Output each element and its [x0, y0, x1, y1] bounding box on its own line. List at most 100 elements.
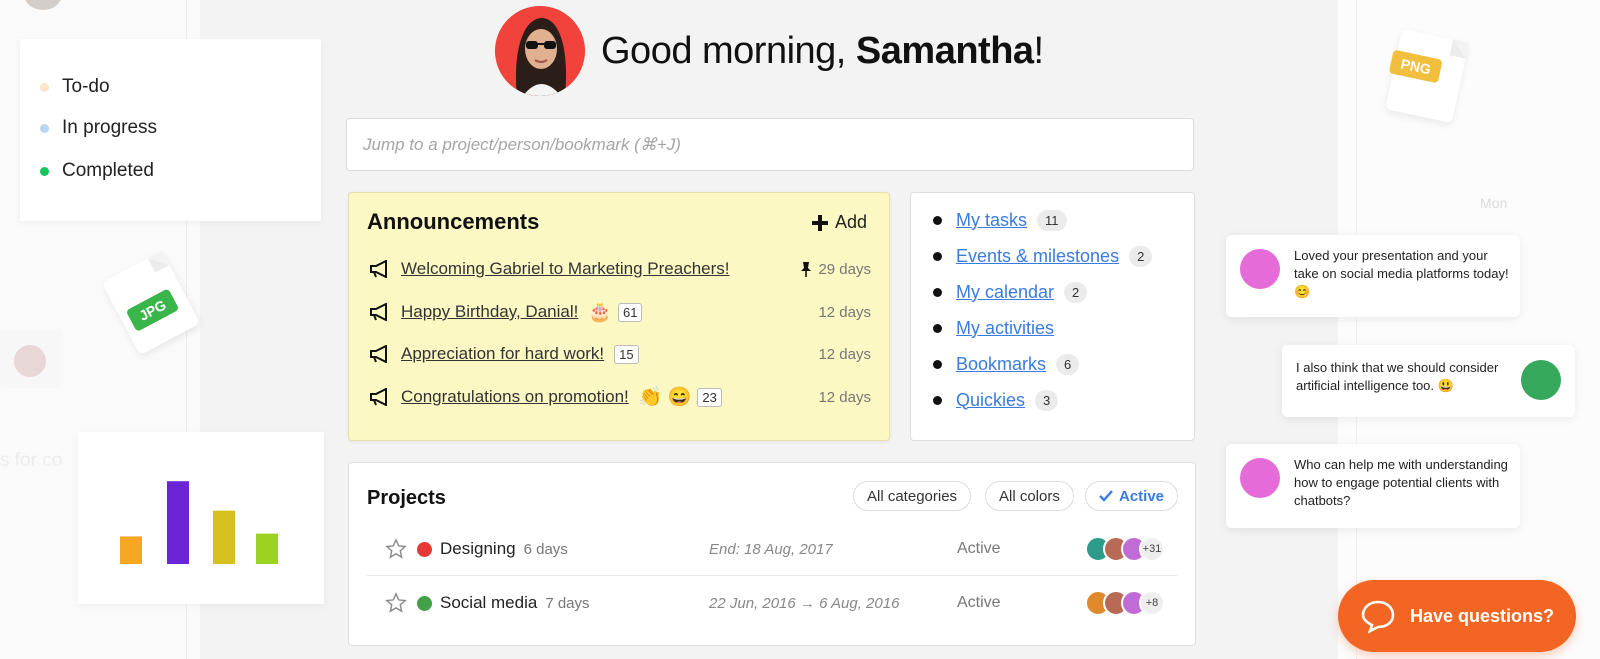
quick-link-label[interactable]: My activities: [956, 318, 1054, 339]
todo-dot-icon: [40, 83, 49, 92]
project-color-dot: [417, 541, 432, 557]
chat-message-text: Who can help me with understanding how t…: [1294, 457, 1508, 508]
project-members[interactable]: +8: [1085, 590, 1165, 616]
chat-message: Loved your presentation and your take on…: [1226, 235, 1520, 317]
chart-bar: [256, 533, 278, 564]
count-badge: 2: [1129, 245, 1153, 267]
quick-link-label[interactable]: My calendar: [956, 282, 1054, 303]
jpg-badge: JPG: [125, 288, 180, 332]
faded-avatar: [14, 345, 46, 377]
project-row[interactable]: Designing 6 days End: 18 Aug, 2017 Activ…: [367, 523, 1177, 576]
bullet-icon: [933, 359, 942, 369]
announcement-item[interactable]: Appreciation for hard work! 15 12 days: [369, 339, 871, 369]
project-name[interactable]: Designing: [440, 539, 516, 559]
days-label: 29 days: [818, 260, 871, 278]
completed-dot-icon: [40, 167, 49, 176]
greeting-header: Good morning, Samantha!: [495, 5, 1044, 97]
greeting-suffix: !: [1033, 29, 1045, 72]
legend-label: In progress: [62, 117, 158, 138]
megaphone-icon: [370, 260, 387, 278]
pin-icon: [801, 262, 812, 277]
project-dates: 22 Jun, 2016 → 6 Aug, 2016: [709, 594, 900, 612]
sender-avatar: [1240, 458, 1280, 498]
days-label: 12 days: [818, 303, 871, 321]
projects-card: Projects All categories All colors Activ…: [348, 462, 1196, 646]
bullet-icon: [933, 395, 942, 405]
right-divider: [1356, 0, 1357, 659]
legend-item-completed: Completed: [40, 160, 154, 182]
quick-link-my-tasks[interactable]: My tasks 11: [933, 207, 1067, 233]
announcements-card: Announcements Add Welcoming Gabriel to M…: [348, 192, 890, 441]
quick-link-label[interactable]: Bookmarks: [956, 354, 1046, 375]
quick-link-label[interactable]: My tasks: [956, 210, 1027, 231]
project-color-dot: [417, 595, 432, 611]
chat-message: I also think that we should consider art…: [1282, 345, 1575, 417]
bullet-icon: [933, 287, 942, 297]
project-status: Active: [957, 540, 1001, 557]
reaction-count[interactable]: 61: [618, 302, 643, 322]
quick-link-label[interactable]: Events & milestones: [956, 246, 1119, 267]
quick-link-label[interactable]: Quickies: [956, 390, 1025, 411]
announcement-item[interactable]: Congratulations on promotion! 👏 😄 23 12 …: [369, 382, 871, 412]
legend-item-todo: To-do: [40, 76, 110, 98]
announcement-age: 29 days: [800, 261, 871, 278]
all-colors-filter[interactable]: All colors: [985, 481, 1074, 511]
megaphone-icon: [370, 303, 387, 321]
announcement-item[interactable]: Happy Birthday, Danial! 🎂 61 12 days: [369, 297, 871, 327]
project-members[interactable]: +31: [1085, 536, 1165, 562]
count-badge: 2: [1064, 281, 1088, 303]
announcement-link[interactable]: Congratulations on promotion!: [401, 387, 629, 407]
chat-bubble-icon: [1361, 600, 1395, 634]
megaphone-icon: [370, 345, 387, 363]
quick-link-calendar[interactable]: My calendar 2: [933, 279, 1088, 305]
announcement-link[interactable]: Happy Birthday, Danial!: [401, 302, 578, 322]
bullet-icon: [933, 251, 942, 261]
quick-links-card: My tasks 11 Events & milestones 2 My cal…: [910, 192, 1195, 441]
add-label: Add: [834, 212, 867, 232]
jump-search-input[interactable]: [346, 118, 1194, 171]
chart-bar: [167, 481, 189, 564]
user-avatar: [495, 6, 585, 96]
count-badge: 11: [1037, 209, 1067, 231]
birthday-cake-emoji: 🎂: [588, 302, 613, 323]
announcement-item[interactable]: Welcoming Gabriel to Marketing Preachers…: [369, 254, 871, 284]
reaction-count[interactable]: 23: [697, 387, 722, 407]
clapping-smile-emoji: 👏 😄: [638, 387, 692, 408]
chat-message: Who can help me with understanding how t…: [1226, 444, 1520, 528]
star-icon[interactable]: [385, 538, 407, 560]
announcement-age: 12 days: [818, 304, 871, 321]
faded-calendar-day: Mon: [1480, 195, 1508, 211]
legend-label: Completed: [62, 160, 154, 181]
greeting-prefix: Good morning,: [601, 29, 856, 72]
count-badge: 3: [1035, 389, 1059, 411]
project-dates: End: 18 Aug, 2017: [709, 540, 833, 558]
legend-label: To-do: [62, 76, 110, 97]
announcement-link[interactable]: Appreciation for hard work!: [401, 344, 604, 364]
active-filter[interactable]: Active: [1085, 481, 1179, 511]
project-name[interactable]: Social media: [440, 593, 537, 613]
status-legend-card: To-do In progress Completed: [20, 39, 321, 221]
all-categories-filter[interactable]: All categories: [853, 481, 972, 511]
project-duration: 6 days: [523, 540, 568, 558]
active-filter-label: Active: [1119, 487, 1165, 505]
chart-bar: [213, 510, 235, 564]
quick-link-activities[interactable]: My activities: [933, 315, 1054, 341]
project-row[interactable]: Social media 7 days 22 Jun, 2016 → 6 Aug…: [367, 577, 1177, 629]
quick-link-events[interactable]: Events & milestones 2: [933, 243, 1153, 269]
reaction-count[interactable]: 15: [614, 344, 639, 364]
have-questions-button[interactable]: Have questions?: [1338, 580, 1576, 652]
project-duration: 7 days: [545, 594, 590, 612]
projects-title: Projects: [367, 487, 446, 509]
greeting-text: Good morning, Samantha!: [601, 30, 1044, 73]
quick-link-quickies[interactable]: Quickies 3: [933, 387, 1059, 413]
png-badge: PNG: [1388, 49, 1444, 84]
announcement-link[interactable]: Welcoming Gabriel to Marketing Preachers…: [401, 259, 730, 279]
plus-icon: [811, 214, 828, 231]
count-badge: 6: [1056, 353, 1080, 375]
star-icon[interactable]: [385, 592, 407, 614]
add-announcement-button[interactable]: Add: [811, 212, 867, 233]
chat-message-text: Loved your presentation and your take on…: [1294, 248, 1509, 299]
greeting-user-name: Samantha: [855, 29, 1034, 72]
user-portrait-icon: [495, 6, 585, 96]
quick-link-bookmarks[interactable]: Bookmarks 6: [933, 351, 1080, 377]
